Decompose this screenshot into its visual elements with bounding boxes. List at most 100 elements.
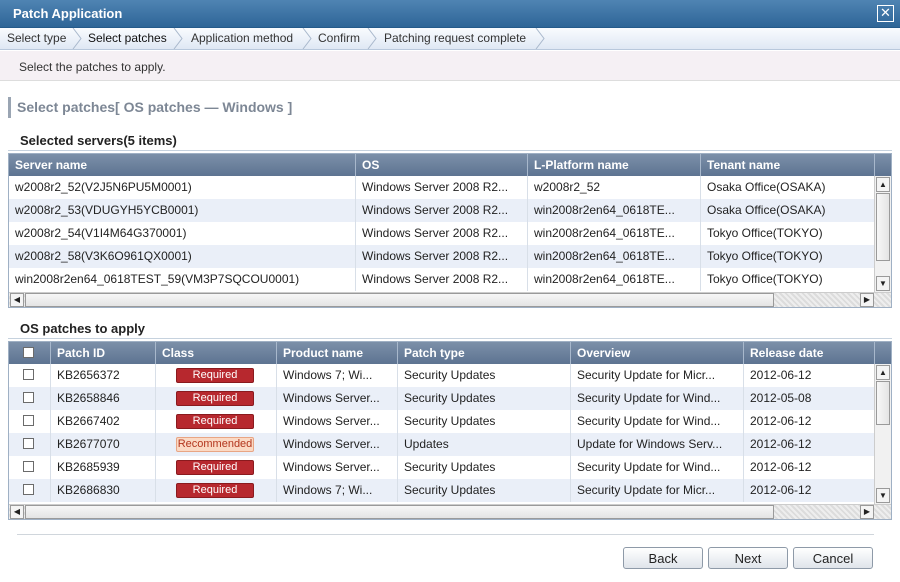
- step-select-patches: Select patches: [88, 31, 167, 45]
- table-row[interactable]: KB2677070 Recommended Windows Server... Upd…: [9, 433, 875, 456]
- column-header-patch-type[interactable]: Patch type: [398, 342, 571, 364]
- step-separator-icon: [72, 28, 82, 49]
- lplatform-cell: win2008r2en64_0618TE...: [528, 199, 701, 222]
- section-header: Select patches[ OS patches ― Windows ]: [8, 97, 292, 118]
- select-all-checkbox[interactable]: [23, 347, 34, 358]
- select-cell: [9, 410, 51, 433]
- table-row[interactable]: KB2658846 Required Windows Server... Securi…: [9, 387, 875, 410]
- column-header-patch-id[interactable]: Patch ID: [51, 342, 156, 364]
- patch-type-cell: Security Updates: [398, 364, 571, 387]
- step-separator-icon: [302, 28, 312, 49]
- class-cell: Required: [156, 364, 277, 387]
- scroll-right-icon[interactable]: ▶: [860, 293, 874, 307]
- class-cell: Recommended: [156, 433, 277, 456]
- table-row[interactable]: KB2656372 Required Windows 7; Wi... Securit…: [9, 364, 875, 387]
- patch-id-cell: KB2658846: [51, 387, 156, 410]
- release-date-cell: 2012-06-12: [750, 460, 812, 474]
- server-name-cell: win2008r2en64_0618TEST_59(VM3P7SQCOU0001…: [9, 268, 356, 291]
- patch-checkbox[interactable]: [23, 392, 34, 403]
- scroll-down-icon[interactable]: ▼: [876, 488, 890, 503]
- patch-checkbox[interactable]: [23, 461, 34, 472]
- servers-group-divider: [8, 150, 892, 151]
- step-separator-icon: [367, 28, 377, 49]
- patches-hscroll-thumb[interactable]: [25, 505, 774, 519]
- table-row[interactable]: w2008r2_58(V3K6O961QX0001) Windows Server…: [9, 245, 875, 268]
- overview-cell: Security Update for Micr...: [571, 364, 744, 387]
- server-name-cell: w2008r2_58(V3K6O961QX0001): [9, 245, 356, 268]
- patches-scroll-thumb[interactable]: [876, 381, 890, 425]
- step-separator-icon: [173, 28, 183, 49]
- scroll-left-icon[interactable]: ◀: [10, 505, 24, 519]
- column-header-os[interactable]: OS: [356, 154, 528, 176]
- os-cell: Windows Server 2008 R2...: [356, 176, 528, 199]
- close-icon[interactable]: ✕: [877, 5, 894, 22]
- next-button[interactable]: Next: [708, 547, 788, 569]
- overview-cell: Security Update for Wind...: [571, 387, 744, 410]
- column-header-overview[interactable]: Overview: [571, 342, 744, 364]
- select-cell: [9, 433, 51, 456]
- column-header-release-date[interactable]: Release date: [744, 342, 875, 364]
- column-header-class[interactable]: Class: [156, 342, 277, 364]
- instruction-text: Select the patches to apply.: [19, 60, 166, 74]
- servers-hscroll-thumb[interactable]: [25, 293, 774, 307]
- patch-type-cell: Security Updates: [398, 410, 571, 433]
- product-name-cell: Windows Server...: [277, 410, 398, 433]
- product-name-cell: Windows 7; Wi...: [277, 479, 398, 502]
- step-application-method: Application method: [191, 31, 294, 45]
- lplatform-cell: w2008r2_52: [528, 176, 701, 199]
- patch-checkbox[interactable]: [23, 484, 34, 495]
- scroll-up-icon[interactable]: ▲: [876, 365, 890, 380]
- patch-type-cell: Security Updates: [398, 387, 571, 410]
- table-row[interactable]: w2008r2_53(VDUGYH5YCB0001) Windows Server…: [9, 199, 875, 222]
- product-name-cell: Windows Server...: [277, 456, 398, 479]
- class-badge: Required: [176, 460, 254, 475]
- column-header-server-name[interactable]: Server name: [9, 154, 356, 176]
- class-badge: Recommended: [176, 437, 254, 452]
- patch-checkbox[interactable]: [23, 438, 34, 449]
- select-cell: [9, 364, 51, 387]
- title-bar: Patch Application ✕: [0, 0, 900, 28]
- column-header-tenant-name[interactable]: Tenant name: [701, 154, 875, 176]
- patch-type-cell: Security Updates: [398, 479, 571, 502]
- release-date-cell: 2012-06-12: [750, 483, 812, 497]
- tenant-cell: Tokyo Office(TOKYO): [707, 272, 823, 286]
- overview-cell: Security Update for Wind...: [571, 456, 744, 479]
- instruction-banner: Select the patches to apply.: [0, 51, 900, 81]
- patch-checkbox[interactable]: [23, 415, 34, 426]
- column-header-product-name[interactable]: Product name: [277, 342, 398, 364]
- table-row[interactable]: KB2685939 Required Windows Server... Securi…: [9, 456, 875, 479]
- servers-scroll-thumb[interactable]: [876, 193, 890, 261]
- patch-id-cell: KB2667402: [51, 410, 156, 433]
- os-cell: Windows Server 2008 R2...: [356, 199, 528, 222]
- patch-checkbox[interactable]: [23, 369, 34, 380]
- servers-horizontal-scrollbar[interactable]: ◀ ▶: [9, 292, 891, 307]
- scroll-down-icon[interactable]: ▼: [876, 276, 890, 291]
- tenant-cell: Osaka Office(OSAKA): [707, 203, 826, 217]
- table-row[interactable]: KB2686830 Required Windows 7; Wi... Securit…: [9, 479, 875, 502]
- patches-vertical-scrollbar[interactable]: ▲ ▼: [874, 364, 891, 505]
- step-breadcrumb: Select type Select patches Application met…: [0, 28, 900, 50]
- class-cell: Required: [156, 387, 277, 410]
- table-row[interactable]: win2008r2en64_0618TEST_59(VM3P7SQCOU0001…: [9, 268, 875, 291]
- table-row[interactable]: w2008r2_52(V2J5N6PU5M0001) Windows Server…: [9, 176, 875, 199]
- patches-table: Patch ID Class Product name Patch type Overv…: [8, 341, 892, 520]
- scroll-left-icon[interactable]: ◀: [10, 293, 24, 307]
- table-row[interactable]: KB2667402 Required Windows Server... Securi…: [9, 410, 875, 433]
- release-date-cell: 2012-06-12: [750, 368, 812, 382]
- release-date-cell: 2012-06-12: [750, 414, 812, 428]
- column-header-l-platform-name[interactable]: L-Platform name: [528, 154, 701, 176]
- class-cell: Required: [156, 410, 277, 433]
- patch-type-cell: Security Updates: [398, 456, 571, 479]
- cancel-button[interactable]: Cancel: [793, 547, 873, 569]
- class-cell: Required: [156, 456, 277, 479]
- product-name-cell: Windows 7; Wi...: [277, 364, 398, 387]
- patches-horizontal-scrollbar[interactable]: ◀ ▶: [9, 504, 891, 519]
- server-name-cell: w2008r2_52(V2J5N6PU5M0001): [9, 176, 356, 199]
- product-name-cell: Windows Server...: [277, 387, 398, 410]
- scroll-right-icon[interactable]: ▶: [860, 505, 874, 519]
- scroll-up-icon[interactable]: ▲: [876, 177, 890, 192]
- table-row[interactable]: w2008r2_54(V1I4M64G370001) Windows Server…: [9, 222, 875, 245]
- product-name-cell: Windows Server...: [277, 433, 398, 456]
- back-button[interactable]: Back: [623, 547, 703, 569]
- servers-vertical-scrollbar[interactable]: ▲ ▼: [874, 176, 891, 293]
